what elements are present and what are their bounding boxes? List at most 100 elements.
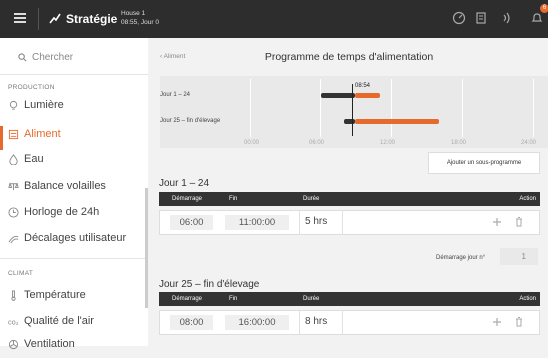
sidebar-item-balance[interactable]: Balance volailles bbox=[8, 178, 146, 200]
divider bbox=[342, 211, 343, 234]
feed-icon bbox=[8, 129, 19, 140]
timeline-tick: 18:00 bbox=[451, 140, 467, 146]
divider bbox=[38, 8, 39, 30]
timeline-bar-elapsed bbox=[320, 93, 355, 98]
timeline-preview bbox=[160, 76, 548, 148]
timeline-tick: 12:00 bbox=[380, 140, 396, 146]
sidebar-item-label: Décalages utilisateur bbox=[24, 232, 127, 244]
chart-line-icon bbox=[49, 13, 61, 24]
grid-line bbox=[533, 79, 534, 137]
sidebar-item-label: Qualité de l'air bbox=[24, 315, 94, 327]
air-quality-icon: co₂ bbox=[8, 317, 19, 326]
add-icon[interactable] bbox=[491, 316, 503, 328]
block-title: Jour 25 – fin d'élevage bbox=[159, 279, 260, 290]
end-time-input[interactable]: 11:00:00 bbox=[225, 215, 289, 230]
start-day-input[interactable]: 1 bbox=[500, 248, 538, 265]
sidebar-item-label: Balance volailles bbox=[24, 180, 106, 192]
thermometer-icon bbox=[11, 290, 16, 301]
end-time-input[interactable]: 16:00:00 bbox=[225, 315, 289, 330]
divider bbox=[342, 311, 343, 334]
sidebar: Chercher PRODUCTION Lumière Aliment Eau … bbox=[0, 38, 148, 350]
trash-icon[interactable] bbox=[513, 216, 525, 228]
col-duration: Durée bbox=[303, 196, 320, 202]
grid-line bbox=[250, 79, 251, 137]
col-duration: Durée bbox=[303, 296, 320, 302]
col-end: Fin bbox=[229, 296, 238, 302]
svg-text:co₂: co₂ bbox=[8, 317, 19, 326]
sidebar-item-temperature[interactable]: Température bbox=[8, 287, 146, 309]
sidebar-item-label: Aliment bbox=[24, 128, 61, 140]
time-day: 08:55, Jour 0 bbox=[121, 19, 159, 26]
start-day-label: Démarrage jour n° bbox=[436, 255, 486, 261]
grid-line bbox=[391, 79, 392, 137]
section-production: PRODUCTION bbox=[8, 84, 55, 91]
section-climat: CLIMAT bbox=[8, 270, 34, 277]
sidebar-item-label: Ventilation bbox=[24, 338, 75, 350]
start-time-input[interactable]: 06:00 bbox=[170, 215, 213, 230]
grid-line bbox=[462, 79, 463, 137]
timeline-tick: 00:00 bbox=[244, 140, 260, 146]
user-offset-icon bbox=[8, 235, 19, 244]
col-start: Démarrage bbox=[172, 196, 203, 202]
sidebar-item-lumiere[interactable]: Lumière bbox=[8, 97, 146, 119]
sidebar-item-ventilation[interactable]: Ventilation bbox=[8, 336, 146, 358]
search-icon bbox=[18, 53, 27, 62]
page-title: Programme de temps d'alimentation bbox=[264, 51, 434, 63]
house-info: House 1 08:55, Jour 0 bbox=[121, 9, 159, 27]
sidebar-item-qualite-air[interactable]: co₂ Qualité de l'air bbox=[8, 313, 146, 335]
timeline-bar bbox=[354, 93, 380, 98]
table-row: 08:00 16:00:00 8 hrs bbox=[159, 310, 540, 335]
col-action: Action bbox=[519, 296, 536, 302]
timeline-row-label: Jour 1 – 24 bbox=[160, 92, 191, 98]
search-input[interactable]: Chercher bbox=[10, 50, 138, 66]
notification-badge: 6 bbox=[540, 4, 548, 13]
add-icon[interactable] bbox=[491, 216, 503, 228]
top-bar: Stratégie House 1 08:55, Jour 0 6 bbox=[0, 0, 548, 38]
scale-icon bbox=[8, 182, 19, 191]
clock-icon bbox=[8, 207, 19, 218]
menu-icon[interactable] bbox=[14, 13, 26, 23]
table-row: 06:00 11:00:00 5 hrs bbox=[159, 210, 540, 235]
timeline-tick: 24:00 bbox=[521, 140, 537, 146]
app-title: Stratégie bbox=[66, 12, 118, 26]
timeline-bar-elapsed bbox=[344, 119, 355, 124]
search-placeholder: Chercher bbox=[32, 52, 74, 63]
start-day-value: 1 bbox=[521, 252, 526, 261]
duration-value: 8 hrs bbox=[305, 316, 328, 327]
col-action: Action bbox=[519, 196, 536, 202]
divider bbox=[0, 74, 148, 75]
duration-value: 5 hrs bbox=[305, 216, 328, 227]
bell-icon[interactable] bbox=[530, 11, 544, 25]
start-time-input[interactable]: 08:00 bbox=[170, 315, 213, 330]
sidebar-item-decalages[interactable]: Décalages utilisateur bbox=[8, 230, 146, 252]
sidebar-item-label: Horloge de 24h bbox=[24, 206, 100, 218]
sidebar-item-aliment[interactable]: Aliment bbox=[8, 126, 146, 148]
document-icon[interactable] bbox=[474, 11, 488, 25]
dashboard-icon[interactable] bbox=[452, 11, 466, 25]
add-subprogram-button[interactable]: Ajouter un sous-programme bbox=[428, 152, 540, 174]
trash-icon[interactable] bbox=[513, 316, 525, 328]
timeline-tick: 06:00 bbox=[309, 140, 325, 146]
divider bbox=[0, 258, 148, 259]
col-end: Fin bbox=[229, 196, 238, 202]
table-header: Démarrage Fin Durée Action bbox=[159, 192, 540, 206]
active-indicator bbox=[0, 126, 3, 150]
timeline-bar bbox=[354, 119, 439, 124]
timeline-row-label: Jour 25 – fin d'élevage bbox=[160, 118, 221, 124]
sidebar-item-label: Eau bbox=[24, 153, 44, 165]
water-drop-icon bbox=[9, 154, 18, 165]
now-line bbox=[352, 84, 353, 136]
sidebar-scrollbar[interactable] bbox=[145, 188, 148, 308]
sidebar-item-label: Température bbox=[24, 289, 86, 301]
sidebar-item-horloge[interactable]: Horloge de 24h bbox=[8, 204, 146, 226]
wireless-icon[interactable] bbox=[500, 11, 514, 25]
bulb-icon bbox=[9, 100, 18, 110]
sidebar-item-label: Lumière bbox=[24, 99, 64, 111]
now-label: 08:54 bbox=[355, 83, 371, 89]
col-start: Démarrage bbox=[172, 296, 203, 302]
fan-icon bbox=[8, 339, 19, 350]
divider bbox=[299, 211, 300, 234]
table-header: Démarrage Fin Durée Action bbox=[159, 292, 540, 306]
sidebar-item-eau[interactable]: Eau bbox=[8, 151, 146, 173]
divider bbox=[299, 311, 300, 334]
